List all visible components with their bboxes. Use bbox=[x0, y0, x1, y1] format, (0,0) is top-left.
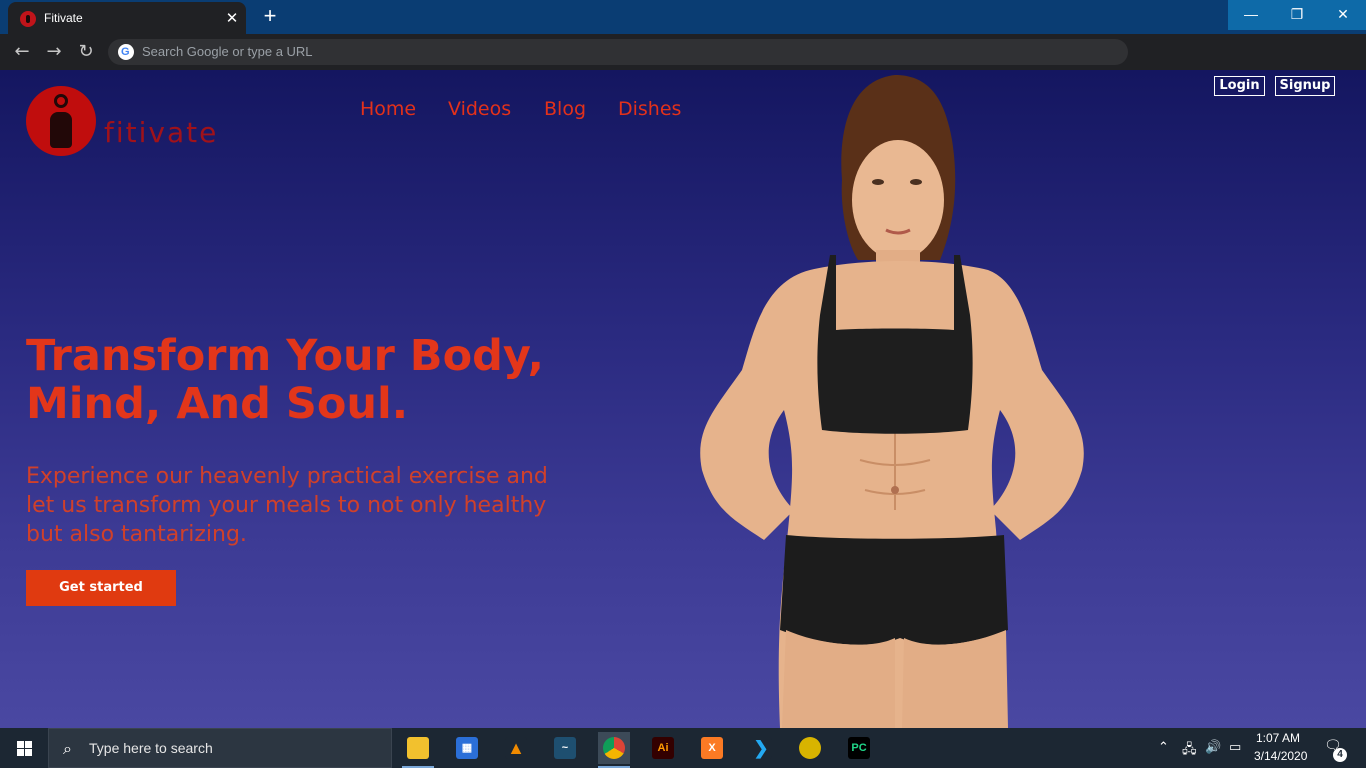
window-close-button[interactable]: ✕ bbox=[1320, 0, 1366, 30]
taskbar-search-input[interactable]: ⌕ Type here to search bbox=[48, 728, 392, 768]
logo-body-icon bbox=[50, 112, 72, 148]
page-content: fitivate Home Videos Blog Dishes Login S… bbox=[0, 70, 1366, 728]
logo-head-icon bbox=[54, 94, 68, 108]
site-logo[interactable]: fitivate bbox=[26, 86, 236, 158]
new-tab-button[interactable]: + bbox=[258, 5, 282, 28]
tab-title: Fitivate bbox=[44, 11, 83, 25]
game-icon[interactable] bbox=[794, 732, 826, 764]
logo-text: fitivate bbox=[104, 116, 219, 149]
battery-icon[interactable]: ▭ bbox=[1229, 740, 1241, 755]
google-icon bbox=[118, 44, 134, 60]
clock-time[interactable]: 1:07 AM bbox=[1256, 731, 1300, 745]
logo-emblem-icon bbox=[26, 86, 96, 156]
mysql-workbench-icon[interactable]: ~ bbox=[549, 732, 581, 764]
clock-date[interactable]: 3/14/2020 bbox=[1254, 749, 1307, 763]
browser-tab[interactable]: Fitivate ✕ bbox=[8, 2, 246, 34]
tray-overflow-chevron-icon[interactable]: ⌃ bbox=[1158, 740, 1169, 755]
file-explorer-icon[interactable] bbox=[402, 732, 434, 768]
forward-arrow-icon[interactable]: → bbox=[42, 40, 66, 64]
store-icon[interactable]: ▦ bbox=[451, 732, 483, 764]
chrome-icon[interactable] bbox=[598, 732, 630, 768]
address-bar-placeholder: Search Google or type a URL bbox=[142, 44, 313, 59]
windows-logo-icon bbox=[17, 741, 32, 756]
fitivate-favicon-icon bbox=[20, 11, 36, 27]
hero-subtitle: Experience our heavenly practical exerci… bbox=[26, 464, 548, 547]
back-arrow-icon[interactable]: ← bbox=[10, 40, 34, 64]
network-icon[interactable]: 🖧 bbox=[1182, 740, 1197, 762]
taskbar-search-placeholder: Type here to search bbox=[89, 740, 213, 756]
notification-count-badge: 4 bbox=[1333, 748, 1347, 762]
start-button[interactable] bbox=[0, 728, 48, 768]
browser-tab-strip: Fitivate ✕ + — ❐ ✕ bbox=[0, 0, 1366, 34]
get-started-button[interactable]: Get started bbox=[26, 570, 176, 606]
pycharm-icon[interactable]: PC bbox=[843, 732, 875, 764]
reload-icon[interactable]: ↻ bbox=[74, 40, 98, 64]
illustrator-icon[interactable]: Ai bbox=[647, 732, 679, 764]
xampp-icon[interactable]: X bbox=[696, 732, 728, 764]
volume-icon[interactable]: 🔊 bbox=[1205, 740, 1221, 755]
windows-taskbar: ⌕ Type here to search ▦ ▲ ~ Ai X ❯ PC ⌃ … bbox=[0, 728, 1366, 768]
nav-videos-link[interactable]: Videos bbox=[448, 98, 511, 120]
vscode-icon[interactable]: ❯ bbox=[745, 732, 777, 764]
hero-athlete-image bbox=[700, 75, 1084, 728]
tab-close-icon[interactable]: ✕ bbox=[224, 8, 240, 28]
nav-blog-link[interactable]: Blog bbox=[544, 98, 586, 120]
address-bar[interactable]: Search Google or type a URL bbox=[108, 39, 1128, 65]
vlc-icon[interactable]: ▲ bbox=[500, 732, 532, 764]
nav-home-link[interactable]: Home bbox=[360, 98, 416, 120]
window-minimize-button[interactable]: — bbox=[1228, 0, 1274, 30]
signup-button[interactable]: Signup bbox=[1275, 76, 1335, 96]
nav-dishes-link[interactable]: Dishes bbox=[618, 98, 681, 120]
browser-toolbar: ← → ↻ Search Google or type a URL bbox=[0, 34, 1366, 70]
window-restore-button[interactable]: ❐ bbox=[1274, 0, 1320, 30]
login-button[interactable]: Login bbox=[1214, 76, 1265, 96]
hero-title: Transform Your Body, Mind, And Soul. bbox=[26, 331, 544, 429]
search-icon: ⌕ bbox=[63, 739, 72, 758]
